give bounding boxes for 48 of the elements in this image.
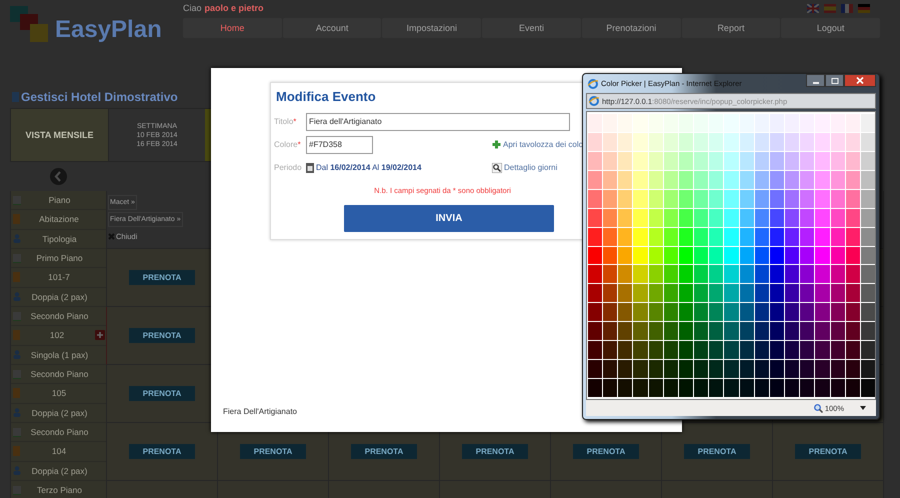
- nav-tab[interactable]: Prenotazioni: [582, 18, 681, 38]
- book-button[interactable]: PRENOTA: [129, 386, 195, 401]
- nav-tab[interactable]: Report: [682, 18, 780, 38]
- days-detail-link[interactable]: Dettaglio giorni: [504, 163, 558, 172]
- book-button[interactable]: PRENOTA: [684, 444, 750, 459]
- column-label: Tipologia: [41, 234, 78, 244]
- logo-text: EasyPlan: [55, 18, 162, 42]
- nav-tab[interactable]: Logout: [781, 18, 880, 38]
- room-type: Doppia (2 pax): [30, 292, 88, 302]
- book-button[interactable]: PRENOTA: [129, 328, 195, 343]
- room-type: Doppia (2 pax): [30, 408, 88, 418]
- book-button[interactable]: PRENOTA: [795, 444, 861, 459]
- nav-tab[interactable]: Impostazioni: [382, 18, 482, 38]
- floor-label: Secondo Piano: [30, 369, 90, 380]
- floor-label: Secondo Piano: [30, 311, 90, 322]
- room-number: 104: [50, 446, 68, 456]
- dialog-title: Modifica Evento: [276, 89, 377, 106]
- greeting: Ciao: [183, 3, 202, 13]
- book-button[interactable]: PRENOTA: [573, 444, 639, 459]
- nav-tab[interactable]: Account: [282, 18, 382, 38]
- room-type: Singola (1 pax): [30, 350, 90, 360]
- month-view-button[interactable]: VISTA MENSILE: [11, 109, 109, 161]
- room-number: 101-7: [47, 272, 71, 282]
- user-name: paolo e pietro: [204, 3, 264, 13]
- room-type: Doppia (2 pax): [30, 466, 88, 476]
- title-field[interactable]: Fiera dell'Artigianato: [306, 112, 570, 130]
- nav-tab[interactable]: Eventi: [482, 18, 581, 38]
- book-button[interactable]: PRENOTA: [351, 444, 417, 459]
- floor-label: Primo Piano: [35, 253, 84, 264]
- column-label: Abitazione: [38, 214, 80, 224]
- color-field[interactable]: #F7D358: [306, 136, 373, 154]
- book-button[interactable]: PRENOTA: [240, 444, 306, 459]
- period-text: Dal 16/02/2014 Al 19/02/2014: [316, 163, 422, 172]
- field-label: Titolo*: [274, 117, 298, 126]
- field-label: Periodo: [274, 163, 303, 172]
- nav-tab[interactable]: Home: [183, 18, 282, 38]
- book-button[interactable]: PRENOTA: [129, 444, 195, 459]
- floor-label: Secondo Piano: [30, 427, 90, 438]
- column-label: Piano: [48, 195, 72, 206]
- room-number: 105: [50, 388, 68, 398]
- room-number: 102: [48, 330, 66, 340]
- floor-label: Terzo Piano: [36, 485, 83, 496]
- event-name: Fiera Dell'Artigianato: [223, 407, 298, 416]
- book-button[interactable]: PRENOTA: [129, 270, 195, 285]
- submit-button[interactable]: INVIA: [344, 205, 554, 232]
- book-button[interactable]: PRENOTA: [462, 444, 528, 459]
- page-title: Gestisci Hotel Dimostrativo: [21, 90, 178, 104]
- field-label: Colore*: [274, 140, 302, 149]
